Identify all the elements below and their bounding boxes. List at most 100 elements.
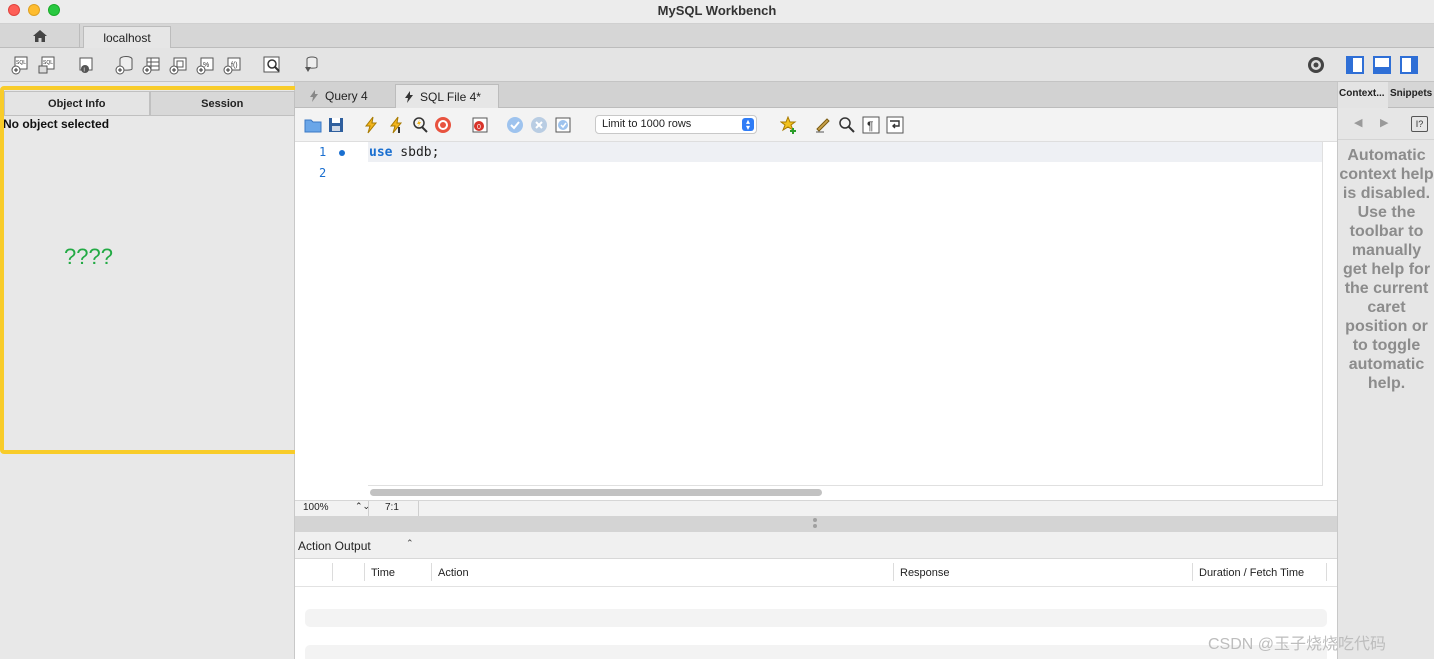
zoom-level[interactable]: 100% (303, 502, 329, 513)
watermark: CSDN @玉子烧烧吃代码 (1208, 636, 1387, 653)
column-header-response[interactable]: Response (900, 567, 950, 579)
editor-border (1322, 142, 1323, 486)
column-header-action[interactable]: Action (438, 567, 469, 579)
column-divider (893, 563, 894, 581)
create-schema-icon[interactable] (114, 54, 136, 76)
save-icon[interactable] (326, 115, 346, 135)
create-procedure-icon[interactable]: % (195, 54, 217, 76)
chevron-updown-icon[interactable]: ⌃ (406, 538, 414, 549)
settings-icon[interactable] (1305, 54, 1327, 76)
open-sql-script-icon[interactable]: SQL (36, 54, 58, 76)
lightning-icon (310, 90, 318, 102)
svg-text:0: 0 (477, 124, 481, 131)
action-output-table: Time Action Response Duration / Fetch Ti… (295, 559, 1337, 659)
sql-editor[interactable]: 1 2 use sbdb; (295, 142, 1337, 500)
line-gutter: 1 2 (295, 142, 368, 486)
table-row (305, 645, 1327, 659)
sql-keyword: use (369, 145, 393, 160)
window-title: MySQL Workbench (657, 3, 777, 18)
tab-query-4[interactable]: Query 4 (301, 84, 393, 108)
find-icon[interactable] (837, 115, 857, 135)
column-header-time[interactable]: Time (371, 567, 395, 579)
forward-arrow-icon[interactable]: ▶ (1380, 116, 1388, 129)
column-divider (332, 563, 333, 581)
column-divider (1192, 563, 1193, 581)
main-toolbar: SQL SQL i % f() (0, 48, 1434, 82)
column-header-duration[interactable]: Duration / Fetch Time (1199, 567, 1304, 579)
connection-tab-localhost[interactable]: localhost (83, 26, 171, 48)
tab-label: SQL File 4* (420, 90, 481, 104)
beautify-icon[interactable] (813, 115, 833, 135)
column-divider (431, 563, 432, 581)
rollback-icon[interactable] (529, 115, 549, 135)
context-help-message: Automatic context help is disabled. Use … (1339, 147, 1434, 392)
line-number: 1 (319, 145, 327, 159)
title-bar: MySQL Workbench (0, 0, 1434, 24)
execute-current-icon[interactable] (386, 115, 406, 135)
toggle-sidebar-icon[interactable] (1344, 54, 1366, 76)
manual-help-icon[interactable]: I? (1411, 116, 1428, 132)
statement-marker-icon (339, 150, 345, 156)
inspector-icon[interactable]: i (75, 54, 97, 76)
lightning-icon (405, 91, 413, 103)
help-toolbar: ◀ ▶ I? (1338, 108, 1434, 140)
autocommit-icon[interactable] (553, 115, 573, 135)
horizontal-scrollbar[interactable] (370, 489, 822, 496)
home-icon (32, 30, 47, 42)
back-arrow-icon[interactable]: ◀ (1354, 116, 1362, 129)
limit-rows-label: Limit to 1000 rows (602, 118, 692, 130)
output-selector[interactable]: Action Output (298, 539, 371, 553)
tab-label: Query 4 (325, 89, 368, 103)
tab-context-help[interactable]: Context... (1338, 82, 1388, 108)
current-line-highlight (368, 142, 1322, 162)
divider (368, 501, 369, 517)
open-file-icon[interactable] (303, 115, 323, 135)
execute-icon[interactable] (361, 115, 381, 135)
commit-icon[interactable] (505, 115, 525, 135)
svg-text:i: i (84, 68, 85, 74)
editor-toolbar: 0 Limit to 1000 rows ▴ ▾ ¶ (295, 108, 1337, 142)
create-table-icon[interactable] (141, 54, 163, 76)
sql-text: sbdb; (392, 145, 440, 160)
editor-tab-bar: Query 4 SQL File 4* (295, 82, 1337, 108)
add-snippet-icon[interactable] (779, 115, 799, 135)
right-panel-tabs: Context... Snippets (1338, 82, 1434, 108)
grip-dot-icon (813, 524, 817, 528)
grip-dot-icon (813, 518, 817, 522)
reconnect-icon[interactable] (300, 54, 322, 76)
connection-tab-bar: localhost (0, 24, 1434, 48)
explain-icon[interactable] (410, 115, 430, 135)
tab-sql-file-4[interactable]: SQL File 4* (395, 84, 499, 108)
column-divider (1326, 563, 1327, 581)
code-line: use sbdb; (369, 145, 439, 160)
highlight-box (0, 86, 305, 454)
editor-status-bar: 100% ⌃⌄ 7:1 (295, 500, 1337, 517)
line-number: 2 (319, 166, 327, 180)
column-divider (364, 563, 365, 581)
stop-icon[interactable] (433, 115, 453, 135)
table-header: Time Action Response Duration / Fetch Ti… (295, 559, 1337, 587)
sql-additions-panel: Context... Snippets ◀ ▶ I? Automatic con… (1337, 82, 1434, 659)
editor-divider (368, 485, 1323, 486)
tab-snippets[interactable]: Snippets (1388, 82, 1434, 108)
limit-rows-select[interactable]: Limit to 1000 rows ▴ ▾ (595, 115, 757, 134)
create-function-icon[interactable]: f() (222, 54, 244, 76)
cursor-position: 7:1 (385, 502, 399, 513)
toggle-secondary-sidebar-icon[interactable] (1398, 54, 1420, 76)
panel-splitter[interactable] (295, 516, 1337, 532)
svg-text:SQL: SQL (43, 60, 53, 66)
new-sql-tab-icon[interactable]: SQL (9, 54, 31, 76)
home-tab[interactable] (0, 24, 80, 48)
svg-text:SQL: SQL (16, 60, 26, 66)
output-header: Action Output ⌃ (295, 532, 1337, 559)
invisible-chars-icon[interactable]: ¶ (861, 115, 881, 135)
divider (418, 501, 419, 517)
toggle-error-icon[interactable]: 0 (470, 115, 490, 135)
toggle-output-icon[interactable] (1371, 54, 1393, 76)
create-view-icon[interactable] (168, 54, 190, 76)
select-arrows-icon: ▴ ▾ (742, 118, 754, 132)
table-row (305, 609, 1327, 627)
wrap-lines-icon[interactable] (885, 115, 905, 135)
svg-text:¶: ¶ (867, 119, 873, 133)
search-table-data-icon[interactable] (261, 54, 283, 76)
